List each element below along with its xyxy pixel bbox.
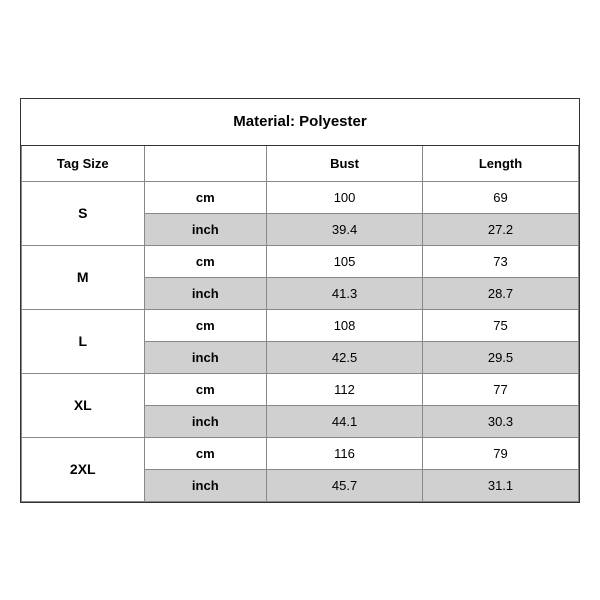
size-label: XL [22,373,145,437]
unit-inch: inch [144,405,267,437]
bust-inch-value: 45.7 [267,469,423,501]
size-label: L [22,309,145,373]
length-inch-value: 30.3 [423,405,579,437]
table-row: Lcm10875 [22,309,579,341]
table-row: 2XLcm11679 [22,437,579,469]
bust-inch-value: 44.1 [267,405,423,437]
header-tag-size: Tag Size [22,146,145,182]
table-row: Mcm10573 [22,245,579,277]
size-label: M [22,245,145,309]
bust-cm-value: 108 [267,309,423,341]
header-bust: Bust [267,146,423,182]
unit-inch: inch [144,277,267,309]
length-inch-value: 28.7 [423,277,579,309]
unit-cm: cm [144,373,267,405]
length-cm-value: 79 [423,437,579,469]
header-unit [144,146,267,182]
length-inch-value: 31.1 [423,469,579,501]
unit-cm: cm [144,309,267,341]
length-inch-value: 29.5 [423,341,579,373]
unit-cm: cm [144,437,267,469]
bust-inch-value: 41.3 [267,277,423,309]
bust-inch-value: 39.4 [267,213,423,245]
size-table: Tag Size Bust Length Scm10069inch39.427.… [21,146,579,502]
table-row: XLcm11277 [22,373,579,405]
length-cm-value: 73 [423,245,579,277]
table-row: Scm10069 [22,181,579,213]
unit-inch: inch [144,341,267,373]
bust-inch-value: 42.5 [267,341,423,373]
bust-cm-value: 100 [267,181,423,213]
size-label: 2XL [22,437,145,501]
chart-title: Material: Polyester [233,113,366,130]
length-inch-value: 27.2 [423,213,579,245]
size-chart-container: Material: Polyester Tag Size Bust Length… [20,98,580,503]
bust-cm-value: 112 [267,373,423,405]
length-cm-value: 69 [423,181,579,213]
title-row: Material: Polyester [21,99,579,146]
unit-cm: cm [144,245,267,277]
bust-cm-value: 116 [267,437,423,469]
bust-cm-value: 105 [267,245,423,277]
length-cm-value: 77 [423,373,579,405]
unit-inch: inch [144,213,267,245]
unit-inch: inch [144,469,267,501]
table-header-row: Tag Size Bust Length [22,146,579,182]
unit-cm: cm [144,181,267,213]
length-cm-value: 75 [423,309,579,341]
size-label: S [22,181,145,245]
header-length: Length [423,146,579,182]
